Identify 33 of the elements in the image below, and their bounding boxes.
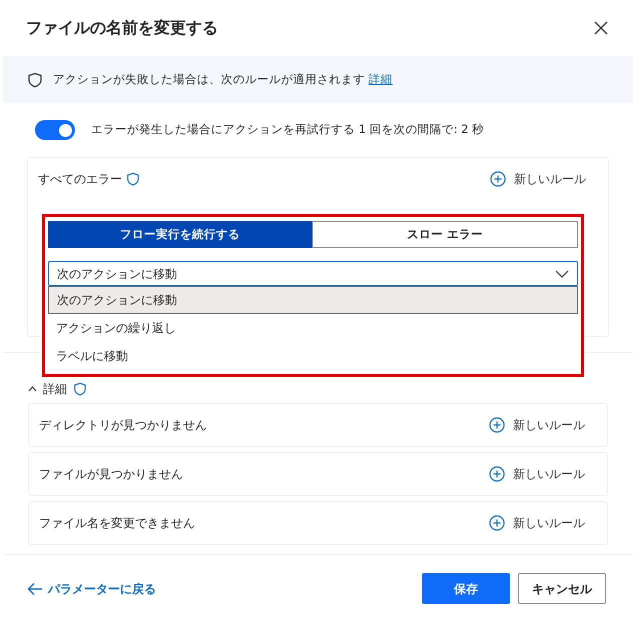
back-link[interactable]: パラメーターに戻る xyxy=(27,580,156,598)
cancel-button[interactable]: キャンセル xyxy=(518,573,606,604)
plus-circle-icon xyxy=(489,417,505,433)
banner-text: アクションが失敗した場合は、次のルールが適用されます 詳細 xyxy=(53,70,393,88)
retry-text: エラーが発生した場合にアクションを再試行する 1 回を次の間隔で: 2 秒 xyxy=(91,121,484,138)
shield-icon xyxy=(126,172,140,186)
plus-circle-icon xyxy=(490,171,506,187)
new-rule-button[interactable]: 新しいルール xyxy=(490,170,586,188)
plus-circle-icon xyxy=(489,515,505,531)
shield-icon xyxy=(73,382,87,396)
details-toggle[interactable]: 詳細 xyxy=(28,380,67,398)
dialog-title: ファイルの名前を変更する xyxy=(26,17,218,39)
chevron-icon xyxy=(28,386,37,392)
close-button[interactable] xyxy=(594,20,610,36)
action-dropdown[interactable]: 次のアクションに移動 xyxy=(48,261,578,286)
save-button[interactable]: 保存 xyxy=(422,573,510,604)
close-icon xyxy=(594,21,608,35)
shield-icon xyxy=(27,72,43,88)
all-errors-label: すべてのエラー xyxy=(38,171,122,188)
action-tab[interactable]: スロー エラー xyxy=(312,221,578,248)
details-link[interactable]: 詳細 xyxy=(368,72,393,86)
dropdown-option[interactable]: 次のアクションに移動 xyxy=(48,286,578,314)
rule-label: ファイル名を変更できません xyxy=(39,515,195,532)
new-rule-button[interactable]: 新しいルール xyxy=(489,416,585,434)
rule-label: ディレクトリが見つかりません xyxy=(39,417,207,434)
rule-label: ファイルが見つかりません xyxy=(39,466,183,483)
arrow-left-icon xyxy=(27,582,43,596)
action-tab[interactable]: フロー実行を続行する xyxy=(48,221,312,248)
new-rule-button[interactable]: 新しいルール xyxy=(489,514,585,532)
plus-circle-icon xyxy=(489,466,505,482)
retry-toggle[interactable] xyxy=(35,120,75,140)
chevron-down-icon xyxy=(555,270,569,278)
new-rule-button[interactable]: 新しいルール xyxy=(489,465,585,483)
